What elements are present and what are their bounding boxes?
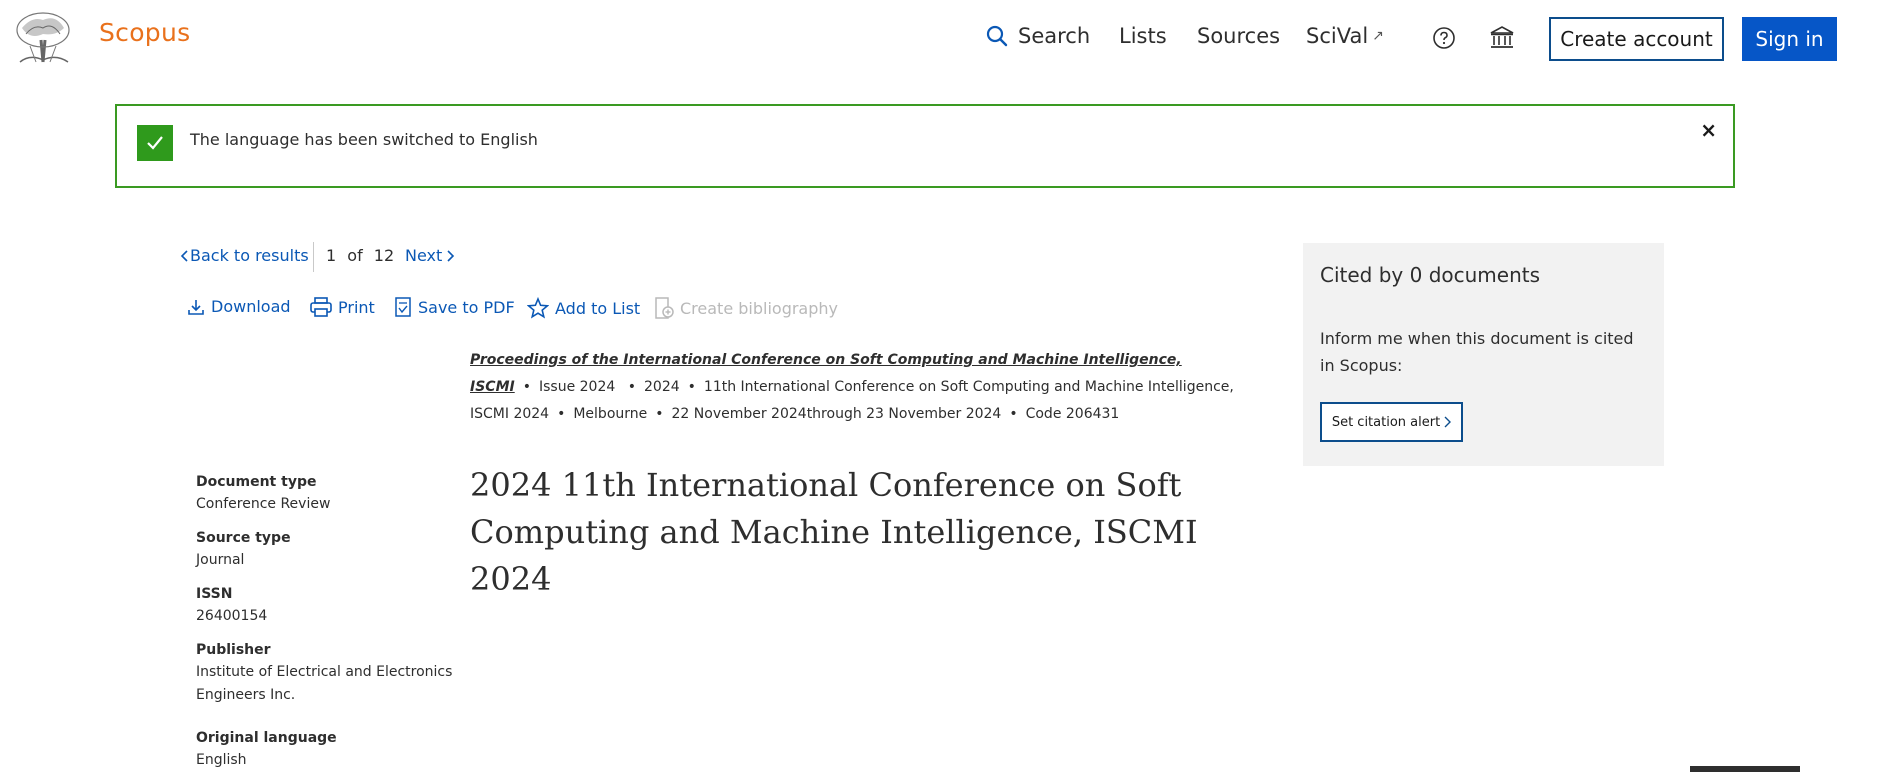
next-label: Next	[405, 246, 443, 265]
language-alert: The language has been switched to Englis…	[115, 104, 1735, 188]
meta-source-type: Source type Journal	[196, 530, 456, 572]
conference-code: Code 206431	[1025, 406, 1120, 422]
help-icon[interactable]	[1430, 24, 1458, 52]
add-to-list-button[interactable]: Add to List	[527, 297, 640, 319]
meta-value: Journal	[196, 552, 245, 568]
meta-label: Original language	[196, 730, 337, 746]
meta-label: Document type	[196, 474, 317, 490]
search-icon	[986, 25, 1008, 47]
nav-lists[interactable]: Lists	[1119, 24, 1167, 48]
download-button[interactable]: Download	[187, 297, 291, 316]
chevron-left-icon	[180, 249, 188, 262]
meta-issn: ISSN 26400154	[196, 586, 456, 628]
nav-scival-label: SciVal	[1306, 24, 1369, 48]
print-icon	[310, 297, 332, 317]
pdf-icon	[395, 297, 411, 317]
location: Melbourne	[573, 406, 648, 422]
cited-by-title: Cited by 0 documents	[1320, 263, 1541, 287]
meta-value: Conference Review	[196, 496, 331, 512]
pager-total: 12	[373, 246, 395, 265]
meta-value: 26400154	[196, 608, 268, 624]
conference-dates: 22 November 2024through 23 November 2024	[671, 406, 1002, 422]
issue: Issue 2024	[538, 379, 616, 395]
meta-label: Publisher	[196, 642, 271, 658]
nav-sources[interactable]: Sources	[1197, 24, 1280, 48]
print-button[interactable]: Print	[310, 297, 375, 317]
document-title: 2024 11th International Conference on So…	[470, 466, 1198, 598]
divider	[313, 242, 314, 272]
scopus-brand[interactable]: Scopus	[99, 18, 190, 47]
meta-label: ISSN	[196, 586, 233, 602]
year: 2024	[644, 379, 680, 395]
close-icon[interactable]: ×	[1700, 118, 1717, 142]
cited-by-panel: Cited by 0 documents Inform me when this…	[1303, 243, 1664, 466]
next-result-link[interactable]: Next	[405, 246, 455, 265]
sign-in-button[interactable]: Sign in	[1742, 17, 1837, 61]
external-link-icon: ↗	[1372, 28, 1384, 44]
back-to-results-link[interactable]: Back to results	[180, 246, 309, 265]
source-info: Proceedings of the International Confere…	[470, 347, 1275, 428]
separator: •	[1009, 406, 1018, 422]
save-pdf-label: Save to PDF	[418, 297, 515, 317]
meta-document-type: Document type Conference Review	[196, 474, 456, 516]
download-label: Download	[211, 297, 291, 316]
check-icon	[137, 125, 173, 161]
nav-scival[interactable]: SciVal ↗	[1306, 24, 1384, 48]
set-citation-alert-button[interactable]: Set citation alert	[1320, 402, 1463, 442]
nav-search[interactable]: Search	[986, 24, 1090, 48]
add-to-list-label: Add to List	[555, 298, 641, 318]
separator: •	[522, 379, 531, 395]
bibliography-icon	[655, 297, 674, 319]
chevron-right-icon	[447, 249, 455, 262]
meta-value: English	[196, 752, 247, 768]
elsevier-tree-logo[interactable]	[12, 10, 74, 66]
alert-message: The language has been switched to Englis…	[190, 130, 538, 149]
create-account-button[interactable]: Create account	[1549, 17, 1724, 61]
cited-by-text: Inform me when this document is cited in…	[1320, 329, 1634, 375]
institution-icon[interactable]	[1488, 24, 1516, 52]
create-bibliography-button: Create bibliography	[654, 297, 838, 319]
meta-original-language: Original language English	[196, 730, 456, 772]
separator: •	[687, 379, 696, 395]
meta-label: Source type	[196, 530, 291, 546]
citation-alert-label: Set citation alert	[1331, 414, 1441, 430]
separator: •	[557, 406, 566, 422]
create-bibliography-label: Create bibliography	[680, 298, 838, 318]
separator: •	[627, 379, 636, 395]
star-icon	[527, 297, 549, 319]
header: Scopus Search Lists Sources SciVal ↗ Cre…	[0, 0, 1879, 78]
result-pager: 1 of 12	[326, 246, 394, 265]
pager-current: 1	[326, 246, 337, 265]
nav-search-label: Search	[1018, 24, 1091, 48]
print-label: Print	[338, 297, 375, 317]
separator: •	[655, 406, 664, 422]
meta-publisher: Publisher Institute of Electrical and El…	[196, 642, 456, 707]
back-label: Back to results	[190, 246, 309, 265]
feedback-tab[interactable]	[1690, 766, 1800, 772]
pager-of: of	[347, 246, 363, 265]
meta-value: Institute of Electrical and Electronics …	[196, 664, 453, 703]
download-icon	[188, 299, 204, 315]
chevron-right-icon	[1444, 416, 1452, 428]
save-to-pdf-button[interactable]: Save to PDF	[394, 297, 515, 317]
